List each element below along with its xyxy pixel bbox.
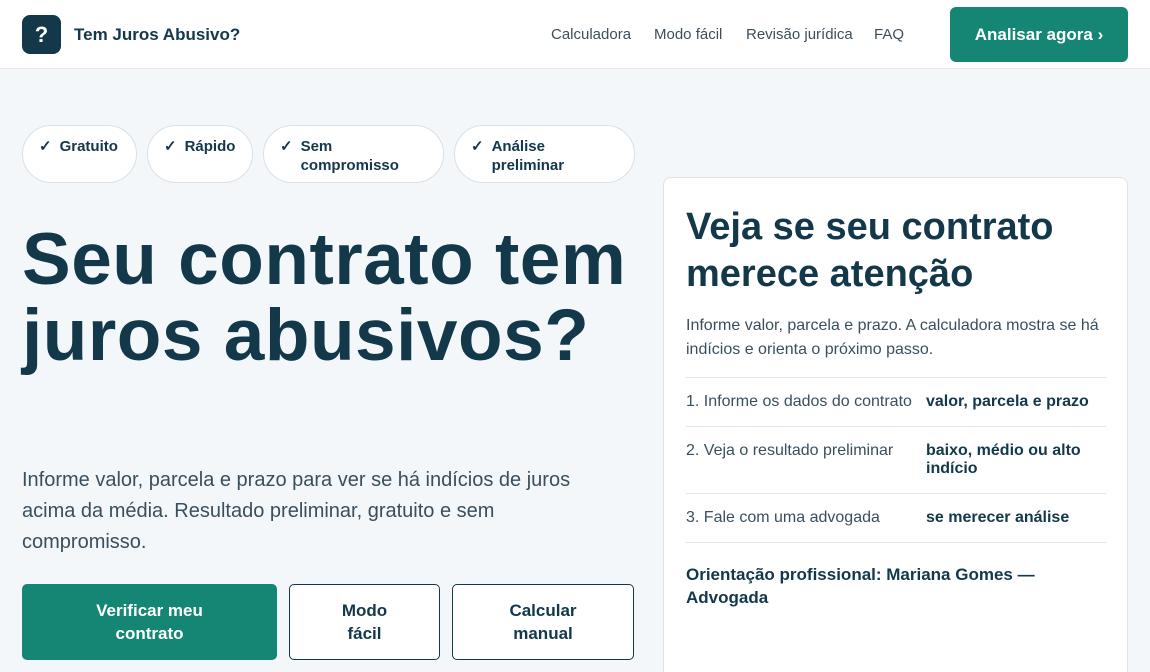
nav-modo-facil[interactable]: Modo fácil xyxy=(654,26,722,43)
analisar-agora-button[interactable]: Analisar agora › xyxy=(950,7,1128,62)
button-label: Calcular manual xyxy=(509,601,577,643)
site-header: ? Tem Juros Abusivo? Calculadora Modo fá… xyxy=(0,0,1150,69)
pill-rapido: ✓ Rápido xyxy=(147,125,253,183)
brand-name[interactable]: Tem Juros Abusivo? xyxy=(74,25,240,45)
nav-revisao-juridica[interactable]: Revisão jurídica xyxy=(746,26,853,43)
nav-calculadora[interactable]: Calculadora xyxy=(551,26,631,43)
step-label: 1. Informe os dados do contrato xyxy=(686,393,912,410)
check-icon: ✓ xyxy=(39,138,52,155)
pill-gratuito: ✓ Gratuito xyxy=(22,125,137,183)
pill-analise-preliminar: ✓ Análise preliminar xyxy=(454,125,635,183)
step-label: 2. Veja o resultado preliminar xyxy=(686,442,894,459)
step-value: se merecer análise xyxy=(926,509,1070,526)
hero-subtitle: Informe valor, parcela e prazo para ver … xyxy=(22,469,571,553)
step-row-3: 3. Fale com uma advogada se merecer anál… xyxy=(686,493,1106,543)
pill-label: Gratuito xyxy=(59,138,118,155)
step-row-2: 2. Veja o resultado preliminar baixo, mé… xyxy=(686,426,1106,493)
step-value: valor, parcela e prazo xyxy=(926,393,1089,410)
pill-label: Análise preliminar xyxy=(491,138,565,174)
pill-label: Sem compromisso xyxy=(300,138,399,174)
info-card: Veja se seu contrato merece atenção Info… xyxy=(663,177,1128,672)
card-description: Informe valor, parcela e prazo. A calcul… xyxy=(686,317,1099,358)
logo-question-icon[interactable]: ? xyxy=(22,15,61,54)
pill-label: Rápido xyxy=(184,138,236,155)
button-label: Modo fácil xyxy=(341,601,388,643)
nav-faq[interactable]: FAQ xyxy=(874,26,904,43)
check-icon: ✓ xyxy=(164,138,177,155)
professional-note: Orientação profissional: Mariana Gomes —… xyxy=(686,565,1035,607)
step-row-1: 1. Informe os dados do contrato valor, p… xyxy=(686,377,1106,426)
step-value: baixo, médio ou alto indício xyxy=(926,442,1081,477)
check-icon: ✓ xyxy=(471,138,484,155)
modo-facil-button[interactable]: Modo fácil xyxy=(289,584,440,660)
verificar-contrato-button[interactable]: Verificar meu contrato xyxy=(22,584,277,660)
hero-title: Seu contrato tem juros abusivos? xyxy=(22,219,627,376)
calcular-manual-button[interactable]: Calcular manual xyxy=(452,584,634,660)
card-title: Veja se seu contrato merece atenção xyxy=(686,206,1054,295)
step-label: 3. Fale com uma advogada xyxy=(686,509,880,526)
check-icon: ✓ xyxy=(280,138,293,155)
pill-sem-compromisso: ✓ Sem compromisso xyxy=(263,125,444,183)
button-label: Verificar meu contrato xyxy=(96,601,203,643)
